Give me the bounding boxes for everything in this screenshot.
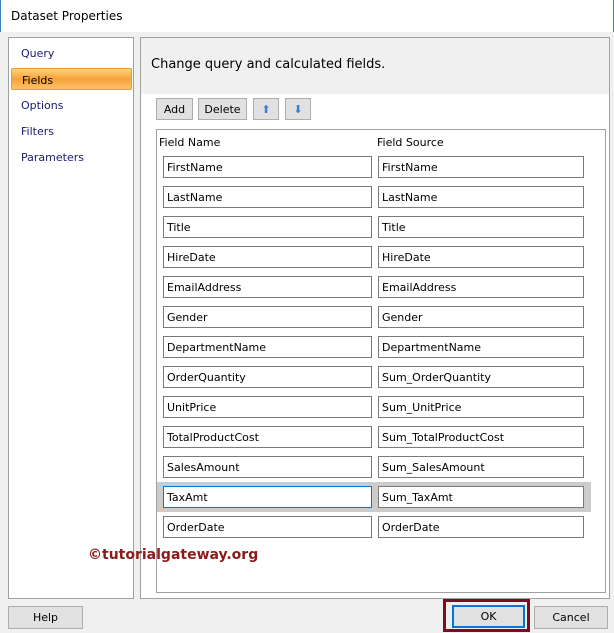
- arrow-down-icon: ⬇: [293, 103, 303, 116]
- field-row: OrderDate OrderDate: [157, 512, 591, 542]
- column-header-field-name: Field Name: [159, 136, 221, 149]
- field-source-input[interactable]: FirstName: [378, 156, 584, 178]
- panel-header-text: Change query and calculated fields.: [151, 57, 386, 72]
- field-source-input[interactable]: Sum_UnitPrice: [378, 396, 584, 418]
- field-source-input[interactable]: OrderDate: [378, 516, 584, 538]
- delete-button[interactable]: Delete: [198, 98, 247, 120]
- cancel-button[interactable]: Cancel: [534, 606, 608, 629]
- field-source-input[interactable]: EmailAddress: [378, 276, 584, 298]
- move-down-button[interactable]: ⬇: [285, 98, 311, 120]
- help-button[interactable]: Help: [8, 606, 83, 629]
- nav-item-fields[interactable]: Fields: [11, 68, 132, 90]
- column-header-field-source: Field Source: [377, 136, 444, 149]
- title-bar: Dataset Properties: [0, 0, 614, 32]
- field-source-input[interactable]: Sum_TaxAmt: [378, 486, 584, 508]
- field-row: EmailAddress EmailAddress: [157, 272, 591, 302]
- field-name-input[interactable]: SalesAmount: [163, 456, 372, 478]
- field-row: Gender Gender: [157, 302, 591, 332]
- field-row: OrderQuantity Sum_OrderQuantity: [157, 362, 591, 392]
- field-row: FirstName FirstName: [157, 152, 591, 182]
- field-row: TotalProductCost Sum_TotalProductCost: [157, 422, 591, 452]
- field-name-input[interactable]: OrderQuantity: [163, 366, 372, 388]
- field-name-input[interactable]: TaxAmt: [163, 486, 372, 508]
- arrow-up-icon: ⬆: [261, 103, 271, 116]
- field-name-input[interactable]: Gender: [163, 306, 372, 328]
- sidebar-nav: Query Fields Options Filters Parameters: [8, 37, 134, 599]
- field-row: DepartmentName DepartmentName: [157, 332, 591, 362]
- fields-grid: Field Name Field Source FirstName FirstNa…: [156, 129, 606, 593]
- field-name-input[interactable]: HireDate: [163, 246, 372, 268]
- field-source-input[interactable]: Sum_OrderQuantity: [378, 366, 584, 388]
- fields-panel: Change query and calculated fields. Add …: [140, 37, 610, 599]
- nav-item-options[interactable]: Options: [11, 94, 132, 116]
- field-source-input[interactable]: Sum_TotalProductCost: [378, 426, 584, 448]
- field-name-input[interactable]: UnitPrice: [163, 396, 372, 418]
- nav-item-query[interactable]: Query: [11, 42, 132, 64]
- field-name-input[interactable]: TotalProductCost: [163, 426, 372, 448]
- field-row: TaxAmt Sum_TaxAmt: [157, 482, 591, 512]
- ok-button[interactable]: OK: [452, 605, 525, 628]
- nav-item-parameters[interactable]: Parameters: [11, 146, 132, 168]
- field-source-input[interactable]: Gender: [378, 306, 584, 328]
- field-source-input[interactable]: LastName: [378, 186, 584, 208]
- field-row: UnitPrice Sum_UnitPrice: [157, 392, 591, 422]
- field-row: LastName LastName: [157, 182, 591, 212]
- field-source-input[interactable]: HireDate: [378, 246, 584, 268]
- field-row: SalesAmount Sum_SalesAmount: [157, 452, 591, 482]
- watermark: ©tutorialgateway.org: [88, 547, 259, 563]
- move-up-button[interactable]: ⬆: [253, 98, 279, 120]
- field-name-input[interactable]: EmailAddress: [163, 276, 372, 298]
- field-source-input[interactable]: Sum_SalesAmount: [378, 456, 584, 478]
- nav-item-filters[interactable]: Filters: [11, 120, 132, 142]
- field-row: HireDate HireDate: [157, 242, 591, 272]
- field-row: Title Title: [157, 212, 591, 242]
- field-name-input[interactable]: OrderDate: [163, 516, 372, 538]
- field-source-input[interactable]: DepartmentName: [378, 336, 584, 358]
- panel-header: Change query and calculated fields.: [141, 38, 609, 94]
- field-name-input[interactable]: FirstName: [163, 156, 372, 178]
- field-name-input[interactable]: DepartmentName: [163, 336, 372, 358]
- field-source-input[interactable]: Title: [378, 216, 584, 238]
- window-title: Dataset Properties: [11, 9, 123, 23]
- field-name-input[interactable]: Title: [163, 216, 372, 238]
- add-button[interactable]: Add: [156, 98, 193, 120]
- field-name-input[interactable]: LastName: [163, 186, 372, 208]
